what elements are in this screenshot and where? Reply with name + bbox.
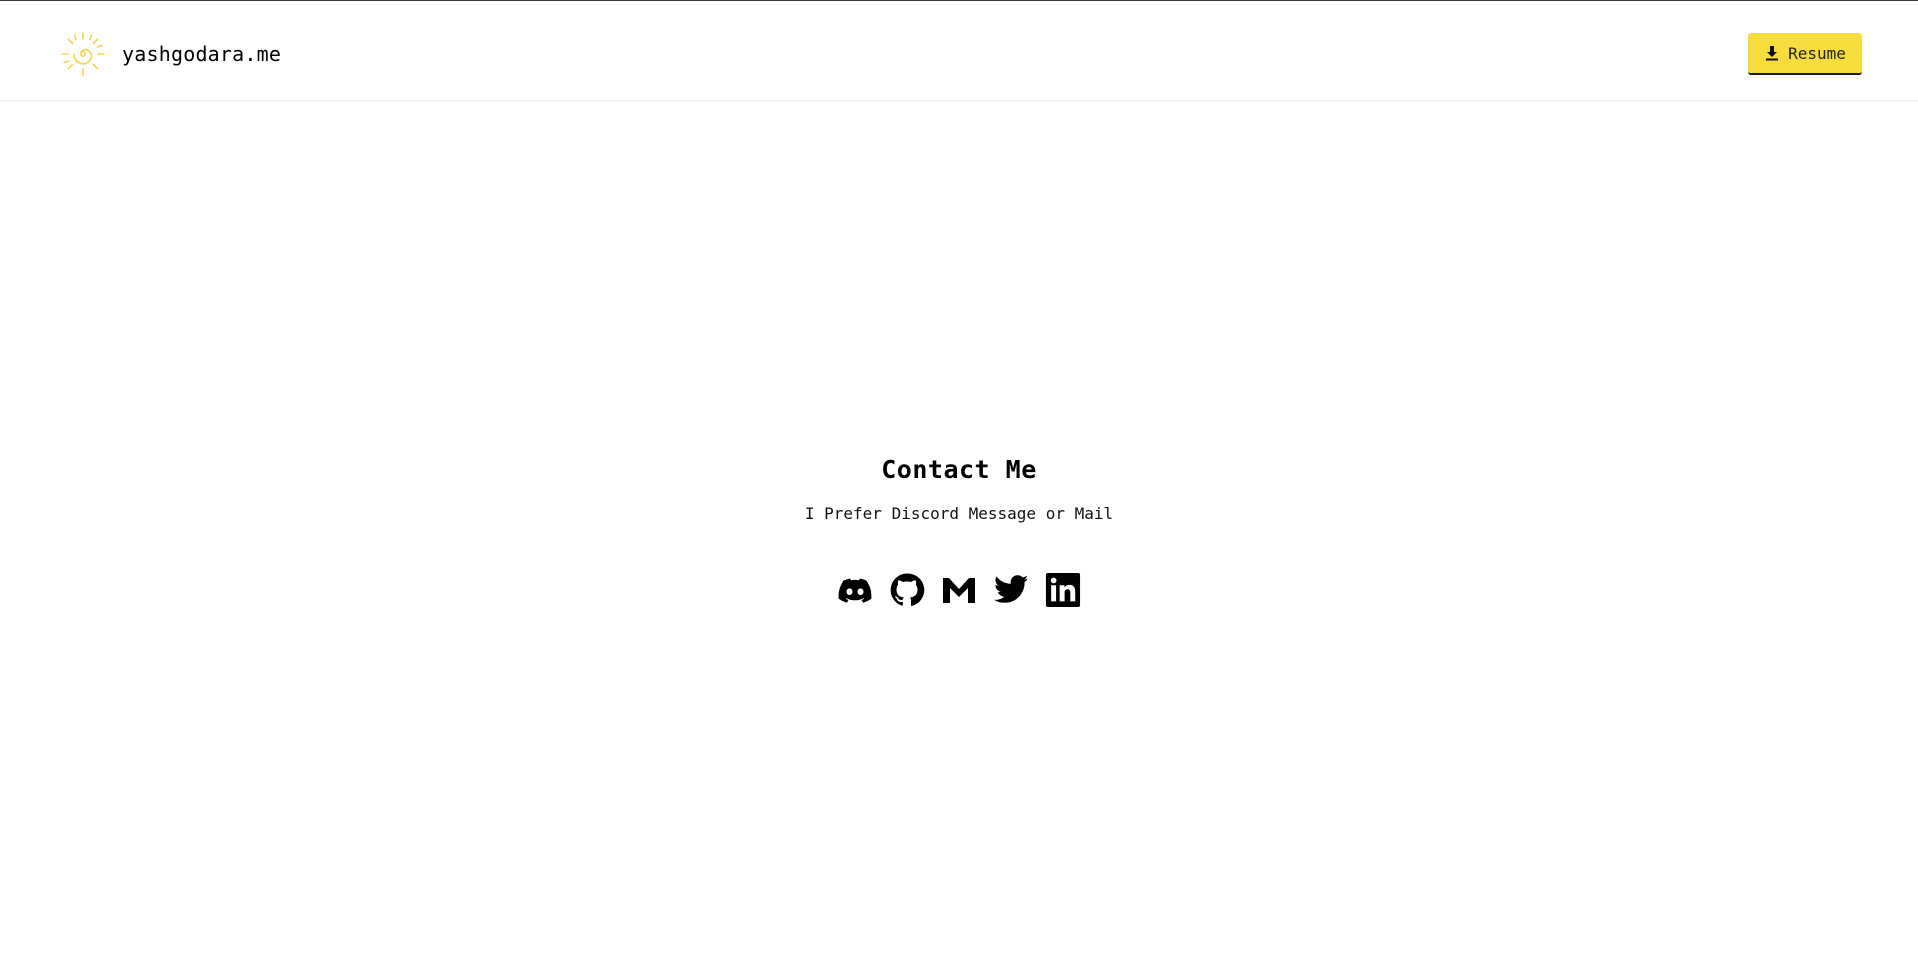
contact-title: Contact Me (881, 455, 1037, 484)
github-icon (890, 573, 925, 606)
linkedin-link[interactable] (1045, 571, 1081, 609)
linkedin-icon (1045, 572, 1081, 608)
download-icon (1766, 46, 1779, 61)
site-header: yashgodara.me Resume (0, 1, 1918, 101)
discord-icon (838, 578, 872, 603)
site-name: yashgodara.me (122, 42, 282, 66)
contact-subtitle: I Prefer Discord Message or Mail (804, 504, 1114, 523)
discord-link[interactable] (837, 571, 873, 609)
gmail-icon (943, 578, 975, 603)
gmail-link[interactable] (941, 571, 977, 609)
github-link[interactable] (889, 571, 925, 609)
home-link[interactable]: yashgodara.me (60, 32, 281, 76)
resume-download-button[interactable]: Resume (1748, 33, 1862, 75)
social-links (0, 571, 1918, 609)
resume-label: Resume (1788, 43, 1846, 63)
sun-logo-icon (61, 32, 105, 76)
contact-section: Contact Me I Prefer Discord Message or M… (0, 455, 1918, 523)
twitter-link[interactable] (993, 571, 1029, 609)
twitter-icon (994, 575, 1028, 603)
